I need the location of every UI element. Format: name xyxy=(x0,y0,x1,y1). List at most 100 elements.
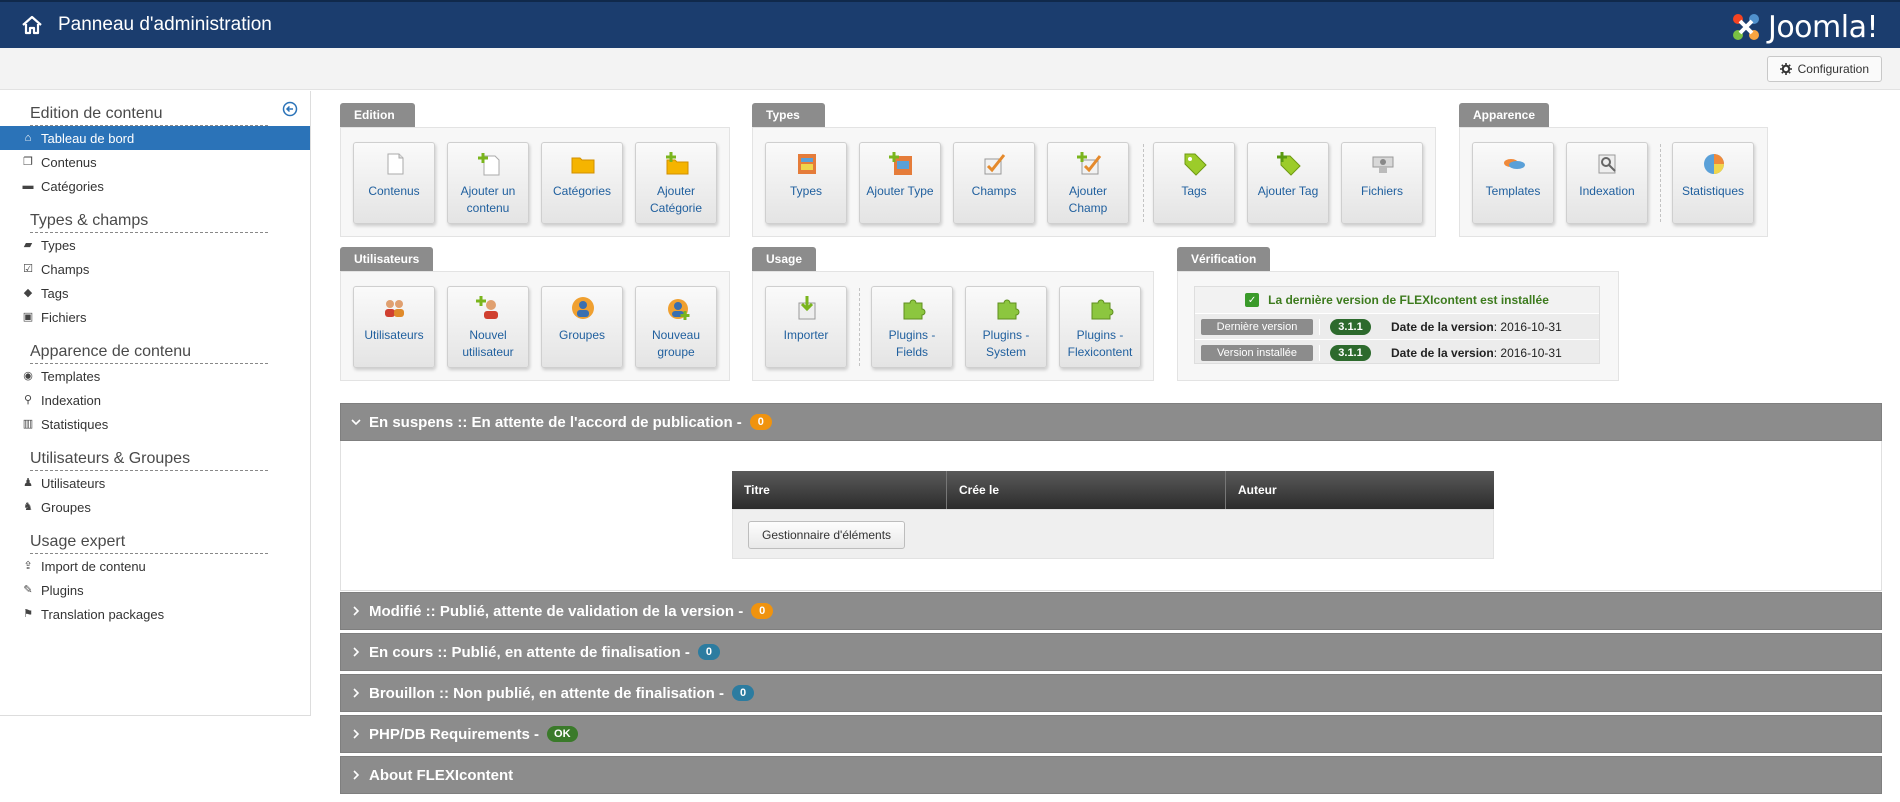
search-icon: ⚲ xyxy=(23,394,33,406)
latest-version-label: Dernière version xyxy=(1200,318,1314,335)
puzzle-icon xyxy=(1091,299,1114,320)
sidebar-heading-expert: Usage expert xyxy=(30,519,268,554)
sidebar-item-templates[interactable]: ◉ Templates xyxy=(0,364,310,388)
pending-table-body: Gestionnaire d'éléments xyxy=(732,509,1494,559)
sidebar-item-categories[interactable]: ▬ Catégories xyxy=(0,174,310,198)
nouvel-utilisateur-button[interactable]: Nouvel utilisateur xyxy=(447,286,529,368)
tags-button[interactable]: Tags xyxy=(1153,142,1235,224)
panel-en-suspens-content: Titre Crée le Auteur Gestionnaire d'élém… xyxy=(340,441,1882,591)
panel-en-suspens[interactable]: En suspens :: En attente de l'accord de … xyxy=(340,403,1882,441)
configuration-button[interactable]: Configuration xyxy=(1766,56,1882,82)
sidebar-item-plugins[interactable]: ✎ Plugins xyxy=(0,578,310,602)
sidebar-item-translation[interactable]: ⚑ Translation packages xyxy=(0,602,310,626)
group-users-body: Utilisateurs Nouvel utilisateur Groupes … xyxy=(340,271,730,381)
pending-count-badge: 0 xyxy=(749,414,772,430)
collapse-sidebar-icon[interactable] xyxy=(282,101,298,117)
installed-version-badge: 3.1.1 xyxy=(1330,344,1371,361)
ajouter-contenu-button[interactable]: Ajouter un contenu xyxy=(447,142,529,224)
plugins-fields-button[interactable]: Plugins - Fields xyxy=(871,286,953,368)
latest-version-date: Date de la version: 2016-10-31 xyxy=(1391,319,1562,334)
nouveau-groupe-button[interactable]: Nouveau groupe xyxy=(635,286,717,368)
configuration-label: Configuration xyxy=(1797,62,1869,76)
group-users-title: Utilisateurs & Groupes xyxy=(340,247,434,290)
logo-text: Joomla! xyxy=(1767,9,1879,45)
installed-version-date: Date de la version: 2016-10-31 xyxy=(1391,345,1562,360)
types-button[interactable]: Types xyxy=(765,142,847,224)
gear-icon xyxy=(1779,63,1792,75)
plug-icon: ✎ xyxy=(23,584,33,596)
joomla-logo-icon xyxy=(1732,14,1759,40)
column-titre[interactable]: Titre xyxy=(732,471,947,509)
plugins-system-button[interactable]: Plugins - System xyxy=(965,286,1047,368)
upload-icon: ⇪ xyxy=(23,560,33,572)
copy-icon: ❐ xyxy=(23,156,33,168)
check-icon: ✓ xyxy=(1245,293,1260,307)
image-icon: ▣ xyxy=(22,311,34,323)
sidebar-item-champs[interactable]: ☑ Champs xyxy=(0,257,310,281)
puzzle-icon xyxy=(997,299,1020,320)
sidebar-item-fichiers[interactable]: ▣ Fichiers xyxy=(0,305,310,329)
statistiques-button[interactable]: Statistiques xyxy=(1672,142,1754,224)
verification-body: ✓ La dernière version de FLEXIcontent es… xyxy=(1177,271,1619,381)
importer-button[interactable]: Importer xyxy=(765,286,847,368)
ajouter-categorie-button[interactable]: Ajouter Catégorie xyxy=(635,142,717,224)
joomla-logo[interactable]: Joomla! xyxy=(1728,7,1879,47)
fichiers-button[interactable]: Fichiers xyxy=(1341,142,1423,224)
installed-version-row: Version installée 3.1.1 Date de la versi… xyxy=(1195,339,1599,365)
column-cree-le[interactable]: Crée le xyxy=(947,471,1226,509)
ajouter-tag-button[interactable]: Ajouter Tag xyxy=(1247,142,1329,224)
chevron-right-icon xyxy=(353,770,360,780)
plugins-flexicontent-button[interactable]: Plugins - Flexicontent xyxy=(1059,286,1141,368)
categories-button[interactable]: Catégories xyxy=(541,142,623,224)
panel-about[interactable]: About FLEXIcontent xyxy=(340,756,1882,794)
sidebar-item-contenus[interactable]: ❐ Contenus xyxy=(0,150,310,174)
sidebar-item-tableau-de-bord[interactable]: ⌂ Tableau de bord xyxy=(0,126,310,150)
folder-icon: ▬ xyxy=(22,180,34,192)
groups-icon xyxy=(572,297,594,319)
sidebar-item-groupes[interactable]: ♞ Groupes xyxy=(0,495,310,519)
sidebar-item-statistiques[interactable]: ▥ Statistiques xyxy=(0,412,310,436)
panel-php-db-requirements[interactable]: PHP/DB Requirements - OK xyxy=(340,715,1882,753)
group-types-body: Types Ajouter Type Champs Ajouter Champ … xyxy=(752,127,1436,237)
chevron-down-icon xyxy=(351,419,361,426)
group-edition-body: Contenus Ajouter un contenu Catégories A… xyxy=(340,127,730,237)
panel-en-cours[interactable]: En cours :: Publié, en attente de finali… xyxy=(340,633,1882,671)
contenus-button[interactable]: Contenus xyxy=(353,142,435,224)
templates-button[interactable]: Templates xyxy=(1472,142,1554,224)
utilisateurs-button[interactable]: Utilisateurs xyxy=(353,286,435,368)
pending-table: Titre Crée le Auteur Gestionnaire d'élém… xyxy=(732,471,1494,559)
sidebar-item-import[interactable]: ⇪ Import de contenu xyxy=(0,554,310,578)
admin-header: Panneau d'administration Joomla! xyxy=(0,0,1900,48)
column-auteur[interactable]: Auteur xyxy=(1226,471,1494,509)
chevron-right-icon xyxy=(353,606,360,616)
ajouter-champ-button[interactable]: Ajouter Champ xyxy=(1047,142,1129,224)
add-document-icon xyxy=(478,153,500,176)
group-apparence-title: Apparence de contenu xyxy=(1459,103,1550,170)
group-expert-title: Usage expert xyxy=(752,247,817,290)
pie-chart-icon xyxy=(1704,154,1724,174)
verification-message: ✓ La dernière version de FLEXIcontent es… xyxy=(1195,287,1599,313)
groupes-button[interactable]: Groupes xyxy=(541,286,623,368)
toolbar: Configuration xyxy=(0,48,1900,90)
fields-icon xyxy=(984,154,1006,175)
types-icon xyxy=(798,154,816,174)
panel-modifie[interactable]: Modifié :: Publié, attente de validation… xyxy=(340,592,1882,630)
sidebar-item-tags[interactable]: ◆ Tags xyxy=(0,281,310,305)
installed-version-label: Version installée xyxy=(1200,344,1314,361)
briefcase-icon: ▰ xyxy=(23,239,33,251)
users-icon xyxy=(385,300,404,317)
panel-brouillon[interactable]: Brouillon :: Non publié, en attente de f… xyxy=(340,674,1882,712)
sidebar-item-types[interactable]: ▰ Types xyxy=(0,233,310,257)
group-types-title: Types & champs xyxy=(752,103,826,170)
items-manager-button[interactable]: Gestionnaire d'éléments xyxy=(748,521,906,549)
champs-button[interactable]: Champs xyxy=(953,142,1035,224)
indexation-button[interactable]: Indexation xyxy=(1566,142,1648,224)
home-icon: ⌂ xyxy=(24,132,32,144)
sidebar-item-utilisateurs[interactable]: ♟ Utilisateurs xyxy=(0,471,310,495)
home-icon[interactable] xyxy=(20,14,44,36)
add-field-icon xyxy=(1077,152,1102,175)
folder-icon xyxy=(571,157,595,174)
sidebar-item-indexation[interactable]: ⚲ Indexation xyxy=(0,388,310,412)
ajouter-type-button[interactable]: Ajouter Type xyxy=(859,142,941,224)
sidebar-heading-users: Utilisateurs & Groupes xyxy=(30,436,268,471)
